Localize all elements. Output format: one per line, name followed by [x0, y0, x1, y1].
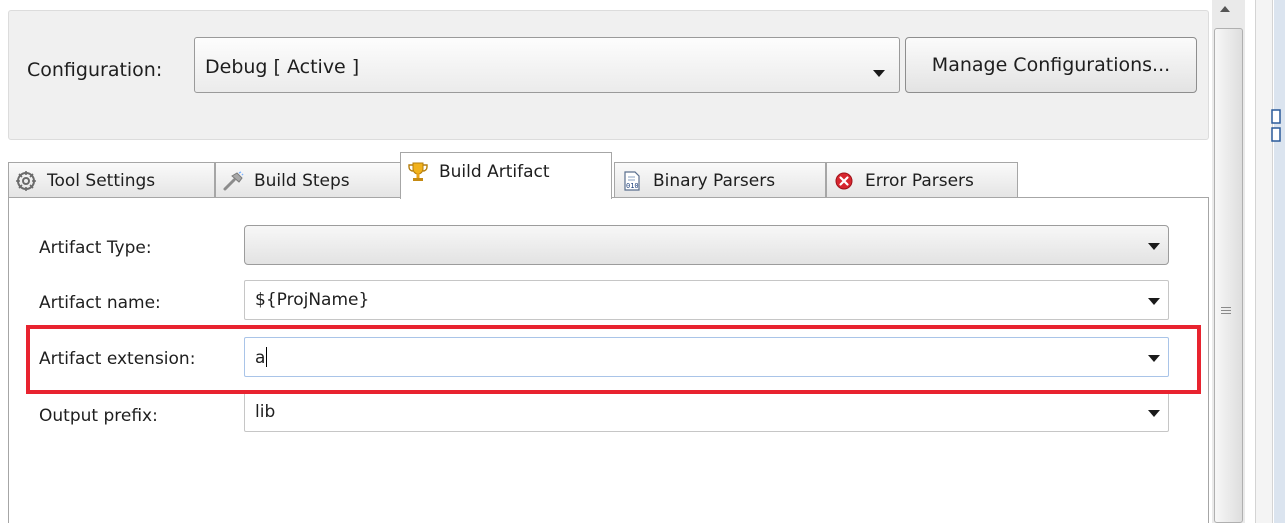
- tab-label: Binary Parsers: [653, 170, 776, 191]
- tab-label: Build Artifact: [439, 162, 550, 182]
- artifact-extension-combo[interactable]: a: [244, 337, 1169, 377]
- chevron-down-icon[interactable]: [1148, 410, 1160, 417]
- vertical-scrollbar[interactable]: [1212, 0, 1245, 523]
- output-prefix-label: Output prefix:: [39, 406, 158, 426]
- build-artifact-panel: Artifact Type: Artifact name: ${ProjName…: [8, 197, 1209, 523]
- output-prefix-combo[interactable]: lib: [244, 392, 1169, 432]
- artifact-type-label: Artifact Type:: [39, 238, 152, 258]
- scrollbar-grip-icon: [1221, 307, 1231, 316]
- artifact-name-value: ${ProjName}: [255, 290, 370, 310]
- tab-error-parsers[interactable]: Error Parsers: [826, 162, 1018, 198]
- configuration-value: Debug [ Active ]: [205, 56, 360, 78]
- artifact-name-combo[interactable]: ${ProjName}: [244, 280, 1169, 320]
- scroll-up-arrow-icon[interactable]: [1220, 6, 1230, 12]
- configuration-select[interactable]: Debug [ Active ]: [194, 37, 900, 93]
- configuration-area: Configuration: Debug [ Active ] Manage C…: [8, 10, 1209, 140]
- artifact-name-label: Artifact name:: [39, 293, 161, 313]
- artifact-type-select[interactable]: [244, 225, 1169, 265]
- chevron-down-icon[interactable]: [1148, 355, 1160, 362]
- tab-binary-parsers[interactable]: 010 Binary Parsers: [614, 162, 826, 198]
- tab-label: Build Steps: [254, 170, 350, 191]
- tab-build-artifact[interactable]: Build Artifact: [400, 152, 612, 199]
- artifact-extension-label: Artifact extension:: [39, 349, 196, 369]
- chevron-down-icon: [873, 70, 885, 77]
- tab-label: Error Parsers: [865, 170, 974, 191]
- window-edge: [1274, 0, 1285, 523]
- chevron-down-icon[interactable]: [1148, 298, 1160, 305]
- chevron-down-icon: [1148, 243, 1160, 250]
- configuration-label: Configuration:: [27, 59, 163, 81]
- svg-text:010: 010: [626, 182, 639, 190]
- manage-configurations-button[interactable]: Manage Configurations...: [905, 37, 1197, 93]
- trophy-icon: [408, 162, 428, 181]
- binary-file-icon: 010: [624, 170, 640, 191]
- tab-tool-settings[interactable]: Tool Settings: [8, 162, 215, 198]
- properties-page: Configuration: Debug [ Active ] Manage C…: [0, 0, 1285, 523]
- artifact-extension-value: a: [255, 348, 266, 368]
- error-icon: [835, 172, 853, 189]
- tab-bar: Tool Settings Build Steps Build Artifact: [8, 152, 1048, 199]
- output-prefix-value: lib: [255, 402, 276, 422]
- tab-label: Tool Settings: [47, 170, 156, 191]
- gear-icon: [16, 170, 36, 191]
- scrollbar-thumb[interactable]: [1214, 28, 1243, 523]
- right-side-strip: [1245, 0, 1285, 523]
- tab-build-steps[interactable]: Build Steps: [215, 162, 403, 198]
- restore-window-icon[interactable]: [1271, 108, 1281, 144]
- text-caret: [266, 347, 268, 367]
- hammer-icon: [223, 170, 244, 190]
- side-toolbar: [1255, 0, 1273, 523]
